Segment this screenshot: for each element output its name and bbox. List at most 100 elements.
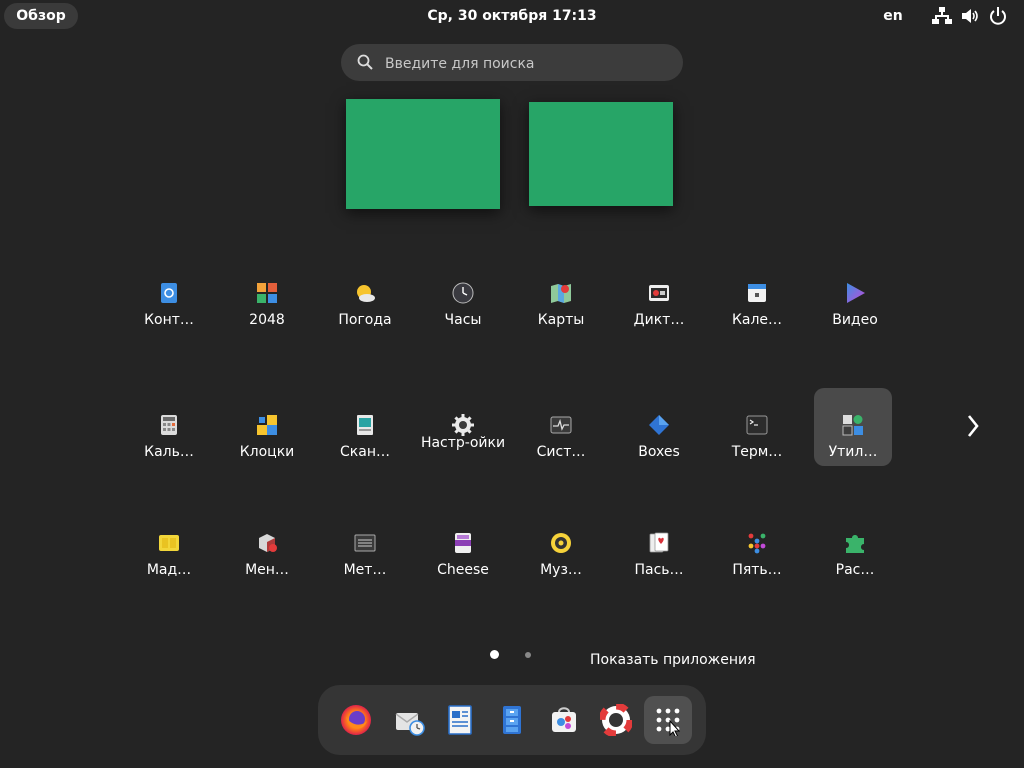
help-lifebuoy-icon: [600, 704, 632, 736]
app-label: Часы: [444, 312, 482, 328]
settings-gear-icon: [452, 414, 474, 436]
app-label: Скан…: [340, 444, 390, 460]
app-extensions[interactable]: Рас…: [816, 506, 894, 584]
app-boxes[interactable]: Boxes: [620, 388, 698, 466]
app-clocks[interactable]: Часы: [424, 256, 502, 334]
app-videos[interactable]: Видео: [816, 256, 894, 334]
game-2048-icon: [257, 283, 277, 303]
app-system-monitor[interactable]: Сист…: [522, 388, 600, 466]
firefox-icon: [341, 705, 371, 735]
search-input[interactable]: [383, 44, 667, 83]
activities-button[interactable]: Обзор: [4, 3, 78, 29]
next-page-arrow-icon[interactable]: [964, 412, 982, 440]
app-sound-recorder[interactable]: Дикт…: [620, 256, 698, 334]
volume-icon: [962, 9, 978, 23]
app-package-manager[interactable]: Мен…: [228, 506, 306, 584]
show-apps-tooltip: Показать приложения: [590, 652, 756, 668]
top-bar: Обзор Ср, 30 октября 17:13 en: [0, 0, 1024, 32]
app-label: Пась…: [634, 562, 684, 578]
system-tray[interactable]: [932, 6, 1008, 26]
app-label: Терм…: [731, 444, 783, 460]
cheese-icon: [455, 533, 471, 553]
software-bag-icon: [552, 707, 576, 732]
app-folder-utilities[interactable]: Утил…: [814, 388, 892, 466]
maps-icon: [551, 284, 571, 303]
klotski-icon: [257, 415, 277, 435]
app-label: Видео: [832, 312, 878, 328]
app-weather[interactable]: Погода: [326, 256, 404, 334]
app-label: Дикт…: [633, 312, 685, 328]
app-mahjongg[interactable]: Мад…: [130, 506, 208, 584]
video-icon: [847, 283, 865, 303]
app-maps[interactable]: Карты: [522, 256, 600, 334]
file-cabinet-icon: [503, 706, 521, 734]
page-indicator-1[interactable]: [490, 650, 499, 659]
dash-item-firefox[interactable]: [332, 696, 380, 744]
app-music[interactable]: Муз…: [522, 506, 600, 584]
app-grid-icon: [656, 708, 681, 736]
extensions-puzzle-icon: [846, 535, 864, 553]
app-label: Клоцки: [239, 444, 295, 460]
app-grid: Конт… 2048 Погода Часы Карты Дикт… Кале……: [120, 256, 900, 616]
app-klotski[interactable]: Клоцки: [228, 388, 306, 466]
app-label: Настр-ойки: [420, 435, 506, 451]
dash-item-files[interactable]: [488, 696, 536, 744]
app-label: Пять…: [732, 562, 782, 578]
app-label: Мад…: [146, 562, 192, 578]
keyboard-layout-indicator[interactable]: en: [880, 0, 906, 32]
app-metadata[interactable]: Мет…: [326, 506, 404, 584]
weather-icon: [357, 285, 375, 302]
search-bar[interactable]: [341, 44, 683, 83]
app-label: Cheese: [437, 562, 489, 578]
package-manager-icon: [259, 534, 277, 552]
app-label: Погода: [338, 312, 392, 328]
app-solitaire[interactable]: Пась…: [620, 506, 698, 584]
music-icon: [551, 533, 571, 553]
clock-icon: [452, 282, 474, 304]
app-label: Каль…: [144, 444, 194, 460]
app-label: 2048: [249, 312, 285, 328]
app-terminal[interactable]: Терм…: [718, 388, 796, 466]
calendar-icon: [748, 284, 766, 302]
calculator-icon: [161, 415, 177, 435]
mail-clock-icon: [395, 713, 425, 736]
scanner-icon: [357, 415, 373, 435]
clock-display: Ср, 30 октября 17:13: [0, 0, 1024, 32]
dash-item-help[interactable]: [592, 696, 640, 744]
terminal-icon: [746, 415, 768, 435]
app-contacts[interactable]: Конт…: [130, 256, 208, 334]
mahjongg-icon: [159, 535, 179, 551]
boxes-icon: [649, 415, 669, 435]
clock-text[interactable]: Ср, 30 октября 17:13: [427, 8, 596, 24]
app-label: Сист…: [536, 444, 586, 460]
app-settings[interactable]: Настр-ойки: [421, 388, 505, 466]
workspace-thumbnail-1[interactable]: [346, 99, 500, 209]
contacts-icon: [161, 283, 177, 303]
app-label: Конт…: [144, 312, 194, 328]
dash-item-mail[interactable]: [385, 696, 433, 744]
dash-item-show-apps[interactable]: [644, 696, 692, 744]
power-icon: [990, 7, 1006, 25]
app-label: Boxes: [638, 444, 680, 460]
dash-item-software[interactable]: [540, 696, 588, 744]
app-calendar[interactable]: Кале…: [718, 256, 796, 334]
app-document-scanner[interactable]: Скан…: [326, 388, 404, 466]
metadata-icon: [354, 534, 376, 552]
system-monitor-icon: [550, 416, 572, 434]
app-label: Муз…: [540, 562, 582, 578]
app-label: Мет…: [343, 562, 387, 578]
recorder-icon: [649, 285, 669, 301]
app-five-or-more[interactable]: Пять…: [718, 506, 796, 584]
app-label: Мен…: [245, 562, 289, 578]
utilities-folder-icon: [842, 415, 863, 436]
five-or-more-icon: [748, 533, 766, 554]
dash-item-writer[interactable]: [436, 696, 484, 744]
workspace-thumbnail-2[interactable]: [529, 102, 673, 206]
app-cheese[interactable]: Cheese: [424, 506, 502, 584]
app-label: Рас…: [835, 562, 875, 578]
search-icon: [357, 54, 373, 70]
page-indicator-2[interactable]: [525, 652, 531, 658]
app-2048[interactable]: 2048: [228, 256, 306, 334]
app-calculator[interactable]: Каль…: [130, 388, 208, 466]
dash: [318, 685, 706, 755]
